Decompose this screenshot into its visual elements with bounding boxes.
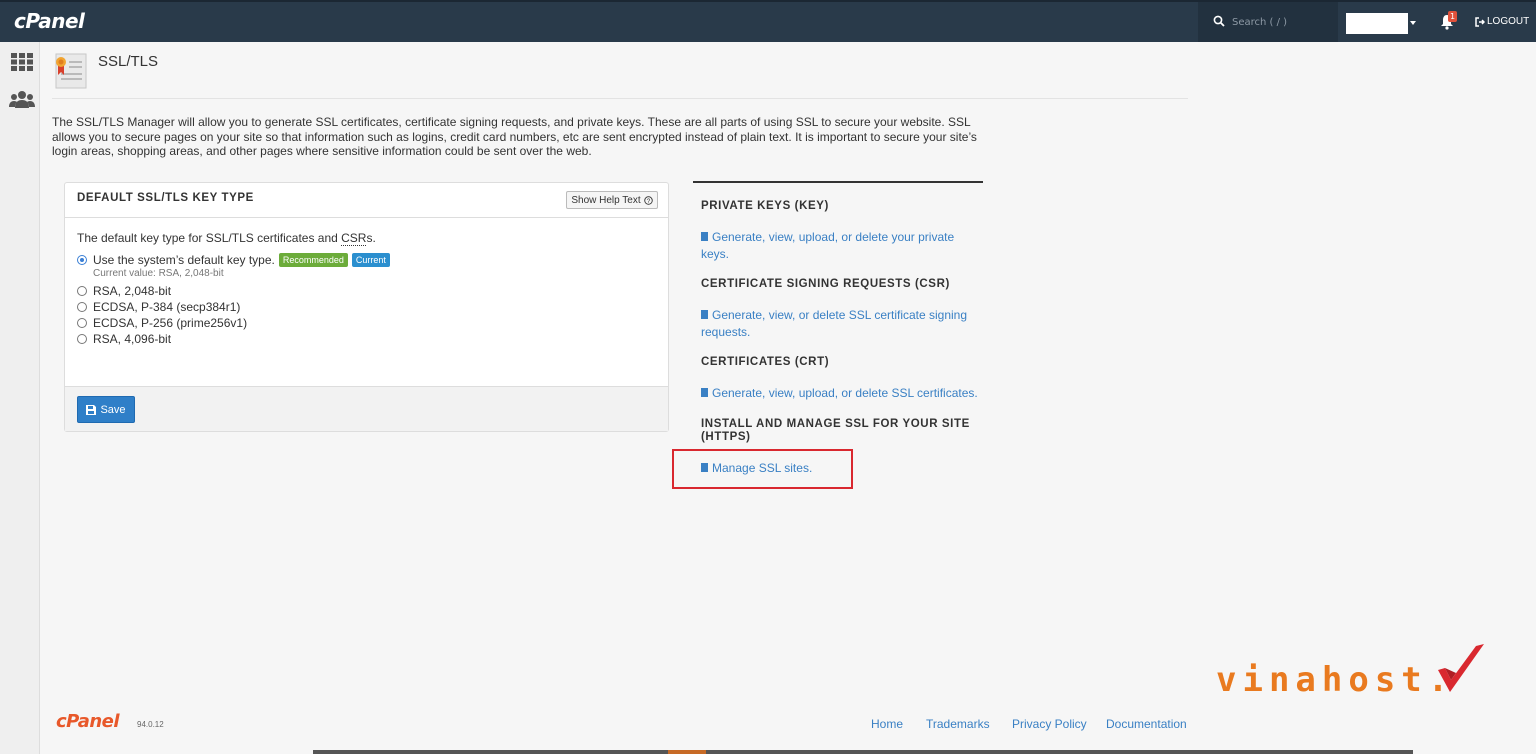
save-label: Save <box>100 403 126 416</box>
taskbar-accent <box>668 750 706 754</box>
panel-body: The default key type for SSL/TLS certifi… <box>65 218 668 358</box>
logout-button[interactable]: LOGOUT <box>1475 16 1529 27</box>
search-input[interactable] <box>1232 13 1332 31</box>
radio-system-default[interactable] <box>77 255 87 265</box>
option-label: Use the system’s default key type. <box>93 253 275 267</box>
key-type-option-ecdsa-p256[interactable]: ECDSA, P-256 (prime256v1) <box>77 315 656 331</box>
panel-footer: Save <box>65 386 668 431</box>
current-value-text: Current value: RSA, 2,048-bit <box>93 268 224 279</box>
certificates-link-text: Generate, view, upload, or delete SSL ce… <box>712 386 978 400</box>
current-badge: Current <box>351 253 390 267</box>
version-number: 94.0.12 <box>137 720 164 729</box>
description-suffix: s. <box>366 231 376 245</box>
option-label: RSA, 2,048-bit <box>93 284 172 298</box>
search-icon <box>1213 15 1225 27</box>
footer-link-privacy-policy[interactable]: Privacy Policy <box>1012 717 1087 731</box>
users-icon[interactable] <box>9 90 35 108</box>
svg-text:?: ? <box>646 197 650 204</box>
section-divider <box>693 181 983 183</box>
option-label: RSA, 4,096-bit <box>93 332 172 346</box>
highlight-box <box>672 449 853 489</box>
private-keys-link[interactable]: Generate, view, upload, or delete your p… <box>701 229 954 262</box>
key-type-options: Use the system’s default key type. Recom… <box>77 252 656 347</box>
cpanel-logo[interactable]: cPanel <box>14 9 85 33</box>
install-ssl-heading-line1: INSTALL AND MANAGE SSL FOR YOUR SITE <box>701 418 970 430</box>
save-button[interactable]: Save <box>77 396 135 423</box>
user-menu[interactable] <box>1346 13 1408 34</box>
check-mark-icon <box>1438 644 1484 692</box>
key-type-option-ecdsa-p384[interactable]: ECDSA, P-384 (secp384r1) <box>77 299 656 315</box>
certificates-link[interactable]: Generate, view, upload, or delete SSL ce… <box>701 385 978 402</box>
option-label: ECDSA, P-256 (prime256v1) <box>93 316 248 330</box>
radio-ecdsa-p256[interactable] <box>77 318 87 328</box>
key-type-description: The default key type for SSL/TLS certifi… <box>77 231 656 246</box>
divider <box>52 98 1188 99</box>
key-type-option-rsa-4096[interactable]: RSA, 4,096-bit <box>77 331 656 347</box>
show-help-text-button[interactable]: Show Help Text ? <box>566 191 658 209</box>
certificates-heading: CERTIFICATES (CRT) <box>701 356 830 368</box>
taskbar-strip <box>313 750 1413 754</box>
private-keys-link-line1: Generate, view, upload, or delete your p… <box>712 230 955 244</box>
footer-cpanel-logo[interactable]: cPanel <box>56 711 120 732</box>
csr-link-line1: Generate, view, or delete SSL certificat… <box>712 308 968 322</box>
footer-link-home[interactable]: Home <box>871 717 903 731</box>
help-button-label: Show Help Text <box>571 194 641 206</box>
search-box[interactable] <box>1198 2 1338 42</box>
key-type-option-system-default[interactable]: Use the system’s default key type. Recom… <box>77 252 656 268</box>
panel-title: DEFAULT SSL/TLS KEY TYPE <box>77 192 254 204</box>
logout-icon <box>1475 16 1485 27</box>
page-title: SSL/TLS <box>98 53 159 70</box>
recommended-badge: Recommended <box>278 253 348 267</box>
csr-link-line2: requests. <box>701 324 751 339</box>
footer-link-documentation[interactable]: Documentation <box>1106 717 1187 731</box>
option-label: ECDSA, P-384 (secp384r1) <box>93 300 241 314</box>
radio-rsa-4096[interactable] <box>77 334 87 344</box>
private-keys-link-line2: keys. <box>701 246 730 261</box>
question-circle-icon: ? <box>643 195 653 204</box>
file-icon <box>701 232 708 241</box>
radio-rsa-2048[interactable] <box>77 286 87 296</box>
intro-text: The SSL/TLS Manager will allow you to ge… <box>52 115 977 158</box>
footer-link-trademarks[interactable]: Trademarks <box>926 717 990 731</box>
csr-abbreviation: CSR <box>341 231 367 246</box>
certificate-icon <box>55 53 87 89</box>
panel-header: DEFAULT SSL/TLS KEY TYPE Show Help Text … <box>65 183 668 218</box>
csr-heading: CERTIFICATE SIGNING REQUESTS (CSR) <box>701 278 950 290</box>
install-ssl-heading-line2: (HTTPS) <box>701 431 751 443</box>
logout-label: LOGOUT <box>1487 16 1530 27</box>
key-type-option-rsa-2048[interactable]: RSA, 2,048-bit <box>77 283 656 299</box>
notification-badge: 1 <box>1448 11 1458 22</box>
csr-link[interactable]: Generate, view, or delete SSL certificat… <box>701 307 967 340</box>
install-ssl-heading: INSTALL AND MANAGE SSL FOR YOUR SITE (HT… <box>701 418 970 444</box>
floppy-disk-icon <box>86 404 97 415</box>
description-prefix: The default key type for SSL/TLS certifi… <box>77 231 342 245</box>
private-keys-heading: PRIVATE KEYS (KEY) <box>701 200 829 212</box>
chevron-down-icon[interactable] <box>1410 21 1416 25</box>
radio-ecdsa-p384[interactable] <box>77 302 87 312</box>
top-bar: cPanel 1 LOGOUT <box>0 0 1536 42</box>
left-sidebar <box>0 42 40 754</box>
tools-grid-icon[interactable] <box>11 53 33 71</box>
file-icon <box>701 310 708 319</box>
vinahost-watermark: vinahost. <box>1216 660 1455 700</box>
default-key-type-panel: DEFAULT SSL/TLS KEY TYPE Show Help Text … <box>64 182 669 432</box>
file-icon <box>701 388 708 397</box>
